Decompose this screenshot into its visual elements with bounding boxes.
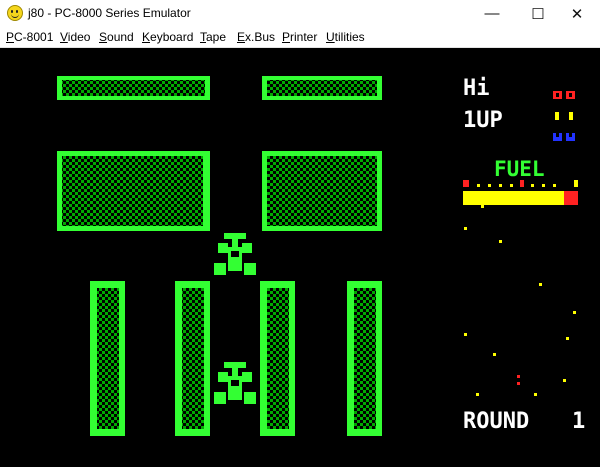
wall-pillar-inner xyxy=(267,288,289,429)
close-button[interactable]: ✕ xyxy=(554,0,600,27)
smiley-icon[interactable] xyxy=(7,5,23,21)
menu-video[interactable]: Video xyxy=(60,30,90,44)
player-1up-label: 1UP xyxy=(463,108,503,133)
enemy-car xyxy=(214,233,256,275)
fuel-gauge-scale xyxy=(463,180,578,187)
fuel-bar-fill xyxy=(463,191,564,205)
wall-block-inner xyxy=(267,156,377,226)
menu-pc8001[interactable]: PC-8001 xyxy=(6,30,53,44)
menu-exbus[interactable]: Ex.Bus xyxy=(237,30,275,44)
wall-block-inner xyxy=(62,156,203,226)
lives-indicator-red xyxy=(553,91,575,99)
wall-block-inner xyxy=(267,80,377,96)
menu-sound[interactable]: Sound xyxy=(99,30,134,44)
lives-indicator-yellow xyxy=(555,112,573,120)
fuel-bar-notch xyxy=(481,205,484,208)
title-bar: j80 - PC-8000 Series Emulator — ☐ ✕ xyxy=(0,0,600,27)
player-car xyxy=(214,362,256,404)
minimize-button[interactable]: — xyxy=(469,0,515,27)
menu-keyboard[interactable]: Keyboard xyxy=(142,30,193,44)
menu-bar: PC-8001 Video Sound Keyboard Tape Ex.Bus… xyxy=(0,27,600,48)
wall-pillar-inner xyxy=(354,288,376,429)
round-number: 1 xyxy=(572,409,585,434)
wall-block-inner xyxy=(62,80,205,96)
menu-printer[interactable]: Printer xyxy=(282,30,317,44)
fuel-label: FUEL xyxy=(494,157,545,181)
lives-indicator-blue xyxy=(553,133,575,141)
menu-utilities[interactable]: Utilities xyxy=(326,30,365,44)
menu-tape[interactable]: Tape xyxy=(200,30,226,44)
game-screen[interactable]: Hi 1UP FUEL ROUND 1 xyxy=(0,48,600,462)
hi-score-label: Hi xyxy=(463,76,490,101)
wall-pillar-inner xyxy=(97,288,119,429)
radar-map xyxy=(464,227,576,396)
round-label: ROUND xyxy=(463,409,529,434)
wall-pillar-inner xyxy=(182,288,204,429)
window-title: j80 - PC-8000 Series Emulator xyxy=(28,6,191,20)
